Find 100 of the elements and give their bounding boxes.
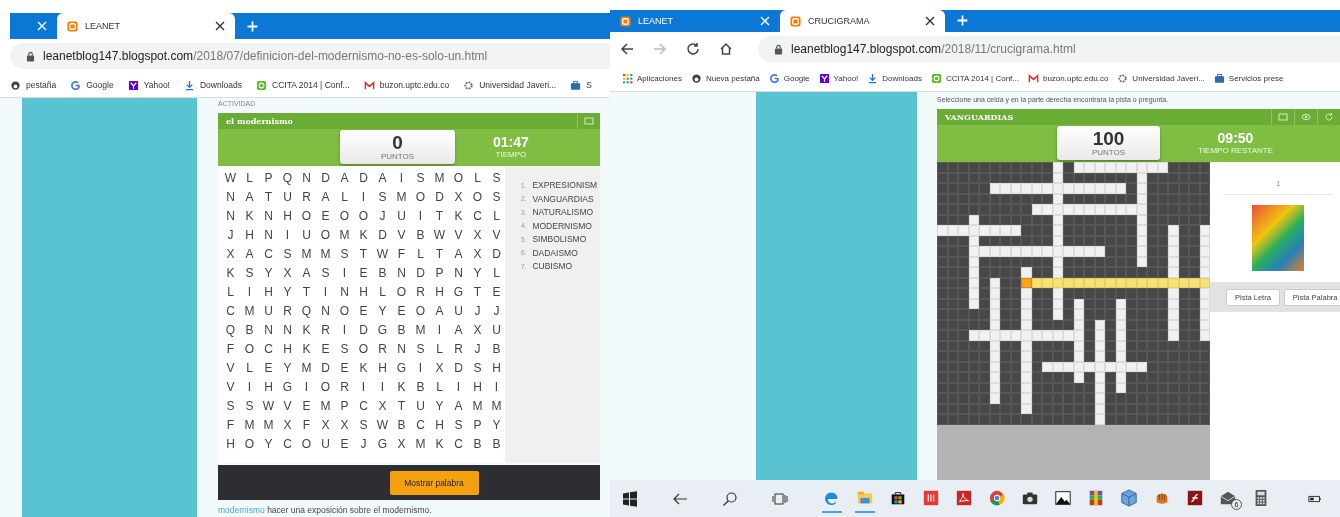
letter-cell[interactable]: D [316, 168, 335, 187]
letter-cell[interactable]: J [373, 206, 392, 225]
letter-cell[interactable]: A [373, 168, 392, 187]
letter-cell[interactable]: V [221, 377, 240, 396]
task-view-icon[interactable] [772, 490, 788, 507]
letter-cell[interactable]: C [468, 206, 487, 225]
letter-cell[interactable]: K [449, 206, 468, 225]
letter-cell[interactable]: B [411, 225, 430, 244]
bookmark-item[interactable]: Google [768, 73, 810, 84]
letter-cell[interactable]: V [449, 225, 468, 244]
new-tab-plus-icon[interactable] [957, 15, 968, 26]
letter-cell[interactable]: I [430, 320, 449, 339]
letter-cell[interactable]: R [411, 282, 430, 301]
letter-cell[interactable]: R [449, 339, 468, 358]
letter-cell[interactable]: D [487, 244, 506, 263]
letter-cell[interactable]: U [449, 301, 468, 320]
letter-cell[interactable]: G [392, 358, 411, 377]
letter-cell[interactable]: R [316, 320, 335, 339]
address-bar[interactable]: leanetblog147.blogspot.com/2018/07/definicion-del-modernismo-no-es-solo-un.html [10, 43, 610, 69]
letter-cell[interactable]: O [392, 282, 411, 301]
letter-cell[interactable]: O [449, 168, 468, 187]
letter-cell[interactable]: S [240, 396, 259, 415]
letter-cell[interactable]: M [297, 358, 316, 377]
letter-cell[interactable]: O [335, 206, 354, 225]
battery-icon[interactable] [1308, 493, 1322, 504]
letter-cell[interactable]: B [373, 263, 392, 282]
letter-cell[interactable]: X [468, 225, 487, 244]
letter-cell[interactable]: S [468, 358, 487, 377]
letter-cell[interactable]: U [278, 187, 297, 206]
letter-cell[interactable]: H [373, 358, 392, 377]
letter-cell[interactable]: U [487, 320, 506, 339]
letter-cell[interactable]: X [335, 415, 354, 434]
crossword-grid-drawing[interactable] [937, 162, 1210, 425]
close-icon[interactable] [925, 16, 935, 26]
letter-cell[interactable]: E [335, 358, 354, 377]
letter-cell[interactable]: N [449, 263, 468, 282]
letter-cell[interactable]: A [240, 187, 259, 206]
letter-cell[interactable]: X [392, 434, 411, 453]
letter-cell[interactable]: X [449, 187, 468, 206]
letter-cell[interactable]: C [259, 244, 278, 263]
letter-cell[interactable]: H [468, 377, 487, 396]
letter-cell[interactable]: A [297, 263, 316, 282]
bookmark-item[interactable]: Universidad Javeri... [463, 79, 557, 91]
letter-cell[interactable]: H [259, 282, 278, 301]
letter-cell[interactable]: V [487, 225, 506, 244]
bookmark-item[interactable]: Universidad Javeri... [1117, 73, 1205, 84]
letter-cell[interactable]: O [316, 377, 335, 396]
letter-cell[interactable]: L [240, 358, 259, 377]
letter-cell[interactable]: W [221, 168, 240, 187]
letter-cell[interactable]: X [468, 244, 487, 263]
letter-cell[interactable]: N [221, 206, 240, 225]
letter-cell[interactable]: G [449, 282, 468, 301]
letter-cell[interactable]: T [430, 244, 449, 263]
bookmark-item[interactable]: CCITA 2014 | Conf... [930, 73, 1019, 84]
letter-cell[interactable]: Q [297, 301, 316, 320]
letter-cell[interactable]: D [449, 358, 468, 377]
letter-cell[interactable]: S [240, 263, 259, 282]
letter-cell[interactable]: J [468, 301, 487, 320]
letter-cell[interactable]: N [316, 301, 335, 320]
letter-cell[interactable]: N [335, 282, 354, 301]
letter-cell[interactable]: U [316, 434, 335, 453]
letter-cell[interactable]: I [240, 377, 259, 396]
letter-cell[interactable]: P [335, 396, 354, 415]
letter-cell[interactable]: T [259, 187, 278, 206]
letter-cell[interactable]: N [297, 168, 316, 187]
letter-cell[interactable]: T [392, 396, 411, 415]
letter-cell[interactable]: M [316, 396, 335, 415]
letter-cell[interactable]: F [221, 415, 240, 434]
letter-cell[interactable]: M [316, 244, 335, 263]
letter-cell[interactable]: O [240, 434, 259, 453]
reload-icon[interactable] [686, 42, 700, 56]
letter-cell[interactable]: I [392, 168, 411, 187]
letter-cell[interactable]: A [335, 168, 354, 187]
letter-cell[interactable]: X [278, 415, 297, 434]
letter-cell[interactable]: O [411, 301, 430, 320]
letter-cell[interactable]: B [468, 434, 487, 453]
letter-cell[interactable]: K [240, 206, 259, 225]
letter-cell[interactable]: H [259, 377, 278, 396]
letter-cell[interactable]: J [354, 434, 373, 453]
letter-cell[interactable]: H [430, 415, 449, 434]
letter-cell[interactable]: C [411, 415, 430, 434]
letter-cell[interactable]: J [221, 225, 240, 244]
letter-cell[interactable]: I [278, 225, 297, 244]
letter-cell[interactable]: O [411, 187, 430, 206]
letter-cell[interactable]: U [411, 396, 430, 415]
letter-cell[interactable]: E [487, 282, 506, 301]
letter-cell[interactable]: Y [373, 301, 392, 320]
letter-cell[interactable]: M [335, 225, 354, 244]
letter-cell[interactable]: S [335, 244, 354, 263]
letter-cell[interactable]: I [335, 263, 354, 282]
letter-cell[interactable]: B [487, 339, 506, 358]
windows-icon[interactable] [622, 490, 638, 507]
letter-cell[interactable]: F [221, 339, 240, 358]
letter-cell[interactable]: T [430, 206, 449, 225]
bookmark-item[interactable]: CCITA 2014 | Conf... [256, 79, 350, 91]
letter-cell[interactable]: I [240, 282, 259, 301]
letter-cell[interactable]: A [240, 244, 259, 263]
letter-cell[interactable]: F [392, 244, 411, 263]
letter-cell[interactable]: H [430, 282, 449, 301]
letter-cell[interactable]: P [259, 168, 278, 187]
